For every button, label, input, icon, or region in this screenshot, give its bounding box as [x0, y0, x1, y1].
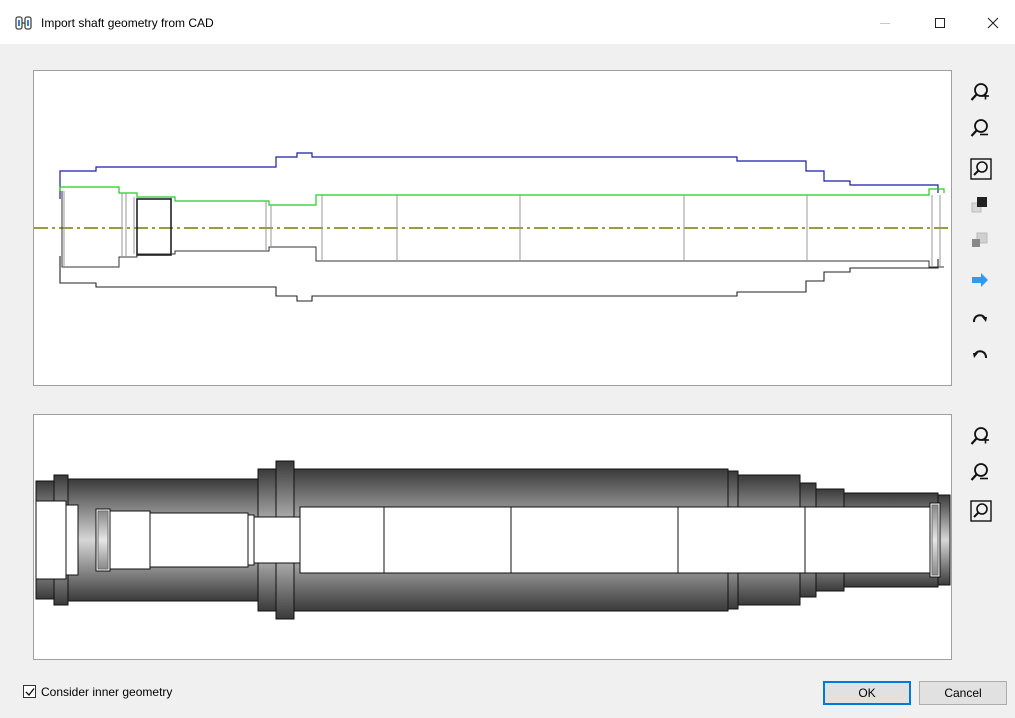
preview-zoom-in-button[interactable]	[964, 422, 996, 450]
outer-contour-lower-line	[59, 256, 939, 302]
zoom-in-icon	[970, 83, 989, 101]
consider-inner-geometry-checkbox[interactable]	[23, 685, 36, 698]
outer-contour-line	[59, 152, 939, 199]
zoom-fit-icon	[970, 500, 992, 522]
inner-contour-line	[59, 186, 945, 206]
zoom-out-icon	[970, 119, 988, 137]
consider-inner-geometry-label[interactable]: Consider inner geometry	[41, 685, 172, 699]
rotate-counterclockwise-button[interactable]	[964, 340, 996, 368]
window-title: Import shaft geometry from CAD	[41, 16, 214, 30]
zoom-in-button[interactable]	[964, 78, 996, 106]
zoom-in-icon	[970, 427, 989, 445]
maximize-icon	[935, 18, 945, 28]
arrow-right-icon	[972, 273, 988, 287]
close-button[interactable]	[970, 8, 1015, 38]
shaft-3d-preview	[35, 460, 951, 620]
rotate-counterclockwise-icon	[973, 350, 988, 359]
ok-button[interactable]: OK	[823, 681, 911, 705]
send-backward-button[interactable]	[964, 226, 996, 254]
minimize-button[interactable]	[862, 8, 908, 38]
bring-forward-icon	[971, 197, 987, 213]
zoom-out-icon	[970, 463, 988, 481]
zoom-out-button[interactable]	[964, 114, 996, 142]
title-bar: Import shaft geometry from CAD	[0, 0, 1015, 44]
rotate-clockwise-button[interactable]	[964, 304, 996, 332]
preview-zoom-out-button[interactable]	[964, 458, 996, 486]
minimize-icon	[880, 23, 890, 24]
shaft-preview-panel[interactable]	[33, 414, 952, 660]
zoom-fit-icon	[970, 158, 992, 180]
zoom-fit-button[interactable]	[964, 154, 996, 182]
checkmark-icon	[25, 688, 35, 697]
shaft-contour-drawing	[34, 152, 951, 302]
apply-arrow-button[interactable]	[964, 266, 996, 294]
close-icon	[987, 17, 999, 29]
shaft-app-icon	[15, 15, 33, 31]
bring-forward-button[interactable]	[964, 190, 996, 218]
rotate-clockwise-icon	[972, 314, 987, 323]
send-backward-icon	[972, 232, 988, 247]
cancel-button[interactable]: Cancel	[919, 681, 1007, 705]
preview-zoom-fit-button[interactable]	[964, 496, 996, 524]
contour-view-panel[interactable]	[33, 70, 952, 386]
maximize-button[interactable]	[917, 8, 963, 38]
